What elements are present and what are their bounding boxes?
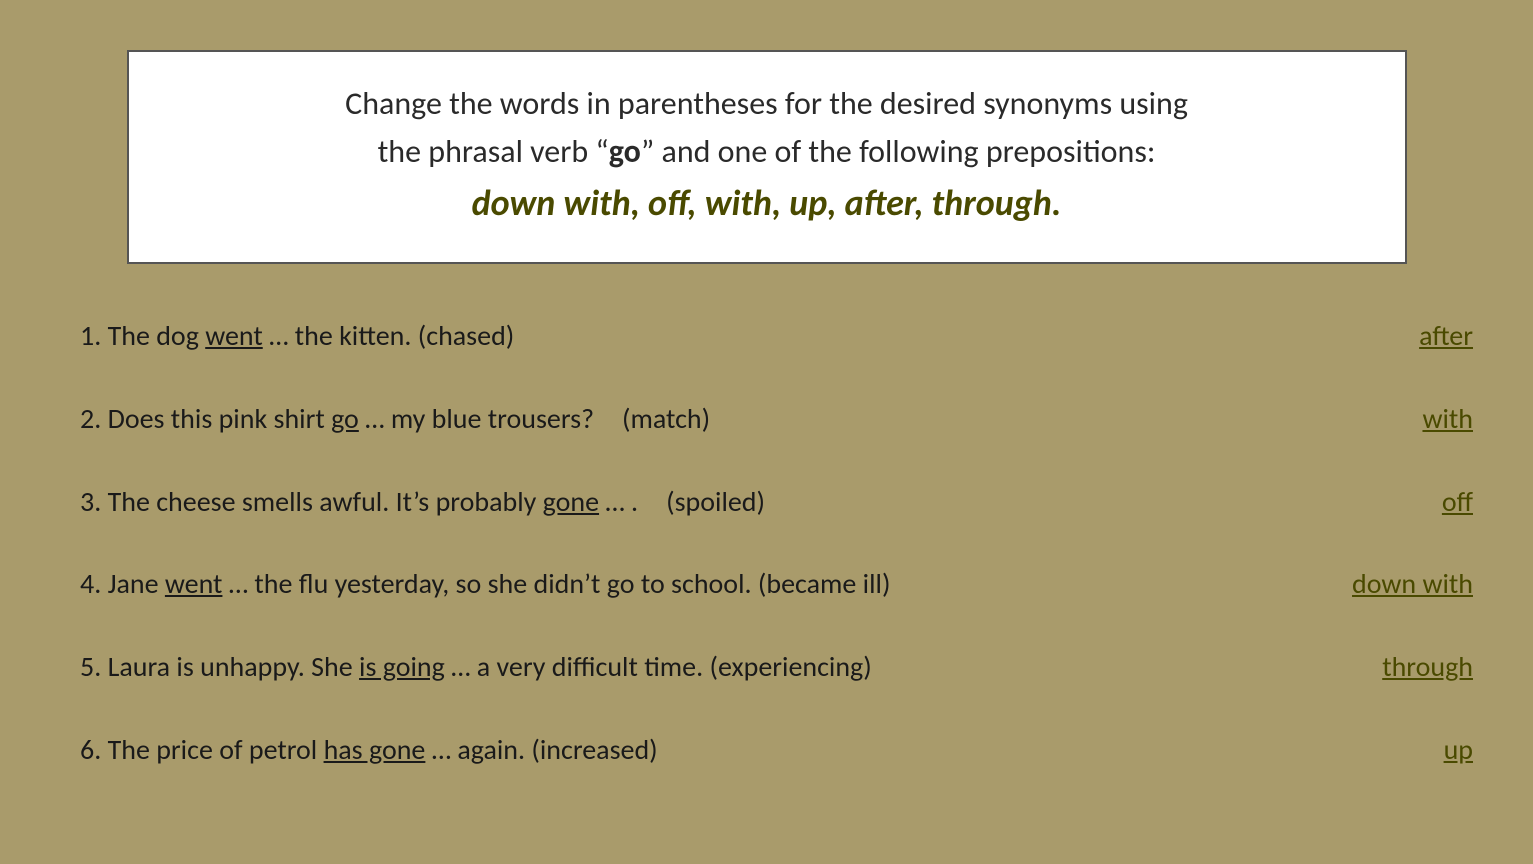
instruction-go-bold: go bbox=[609, 132, 641, 171]
exercise-answer-2: with bbox=[1422, 397, 1473, 442]
exercise-verb-2: go bbox=[331, 401, 359, 436]
exercise-verb-4: went bbox=[165, 566, 223, 601]
exercise-answer-5: through bbox=[1382, 645, 1473, 690]
instruction-line2-post: ” and one of the following prepositions: bbox=[641, 132, 1156, 171]
instruction-box: Change the words in parentheses for the … bbox=[127, 50, 1407, 264]
exercises-container: 1. The dog went … the kitten. (chased) af… bbox=[60, 314, 1473, 773]
exercise-item-5: 5. Laura is unhappy. She is going … a ve… bbox=[80, 645, 1473, 690]
exercise-content-6: The price of petrol bbox=[108, 732, 324, 767]
exercise-content-4: Jane bbox=[108, 566, 165, 601]
exercise-item-6: 6. The price of petrol has gone … again.… bbox=[80, 728, 1473, 773]
exercise-item-1: 1. The dog went … the kitten. (chased) af… bbox=[80, 314, 1473, 359]
exercise-verb-5: is going bbox=[359, 649, 445, 684]
exercise-content-5: … a very difficult time. (experiencing) bbox=[445, 649, 872, 684]
prepositions-list: down with, off, with, up, after, through… bbox=[169, 176, 1365, 230]
exercise-text-1: 1. The dog went … the kitten. (chased) bbox=[80, 314, 1381, 359]
exercise-answer-1: after bbox=[1419, 314, 1473, 359]
exercise-answer-6: up bbox=[1444, 728, 1473, 773]
exercise-item-3: 3. The cheese smells awful. It’s probabl… bbox=[80, 480, 1473, 525]
instruction-line2: the phrasal verb “go” and one of the fol… bbox=[169, 128, 1365, 176]
exercise-content-4: … the flu yesterday, so she didn’t go to… bbox=[222, 566, 890, 601]
exercise-number-1: 1. bbox=[80, 318, 108, 353]
exercise-number-5: 5. bbox=[80, 649, 108, 684]
exercise-verb-6: has gone bbox=[324, 732, 426, 767]
exercise-verb-3: gone bbox=[543, 484, 599, 519]
exercise-item-2: 2. Does this pink shirt go … my blue tro… bbox=[80, 397, 1473, 442]
exercise-item-4: 4. Jane went … the flu yesterday, so she… bbox=[80, 562, 1473, 607]
exercise-content-2: Does this pink shirt bbox=[108, 401, 331, 436]
exercise-content-2: … my blue trousers? (match) bbox=[359, 401, 710, 436]
exercise-content-1: … the kitten. (chased) bbox=[263, 318, 515, 353]
exercise-text-4: 4. Jane went … the flu yesterday, so she… bbox=[80, 562, 1314, 607]
exercise-content-1: The dog bbox=[108, 318, 206, 353]
exercise-text-6: 6. The price of petrol has gone … again.… bbox=[80, 728, 1406, 773]
exercise-text-3: 3. The cheese smells awful. It’s probabl… bbox=[80, 480, 1404, 525]
instruction-line1: Change the words in parentheses for the … bbox=[169, 80, 1365, 128]
exercise-text-5: 5. Laura is unhappy. She is going … a ve… bbox=[80, 645, 1344, 690]
exercise-answer-3: off bbox=[1442, 480, 1473, 525]
exercise-content-5: Laura is unhappy. She bbox=[108, 649, 359, 684]
exercise-answer-4: down with bbox=[1352, 562, 1473, 607]
exercise-number-6: 6. bbox=[80, 732, 108, 767]
exercise-number-2: 2. bbox=[80, 401, 108, 436]
instruction-line2-pre: the phrasal verb “ bbox=[378, 132, 609, 171]
exercise-text-2: 2. Does this pink shirt go … my blue tro… bbox=[80, 397, 1384, 442]
exercise-content-6: … again. (increased) bbox=[425, 732, 657, 767]
exercise-number-4: 4. bbox=[80, 566, 108, 601]
exercise-content-3: … . (spoiled) bbox=[599, 484, 765, 519]
exercise-number-3: 3. bbox=[80, 484, 108, 519]
exercise-verb-1: went bbox=[205, 318, 263, 353]
exercise-content-3: The cheese smells awful. It’s probably bbox=[108, 484, 543, 519]
